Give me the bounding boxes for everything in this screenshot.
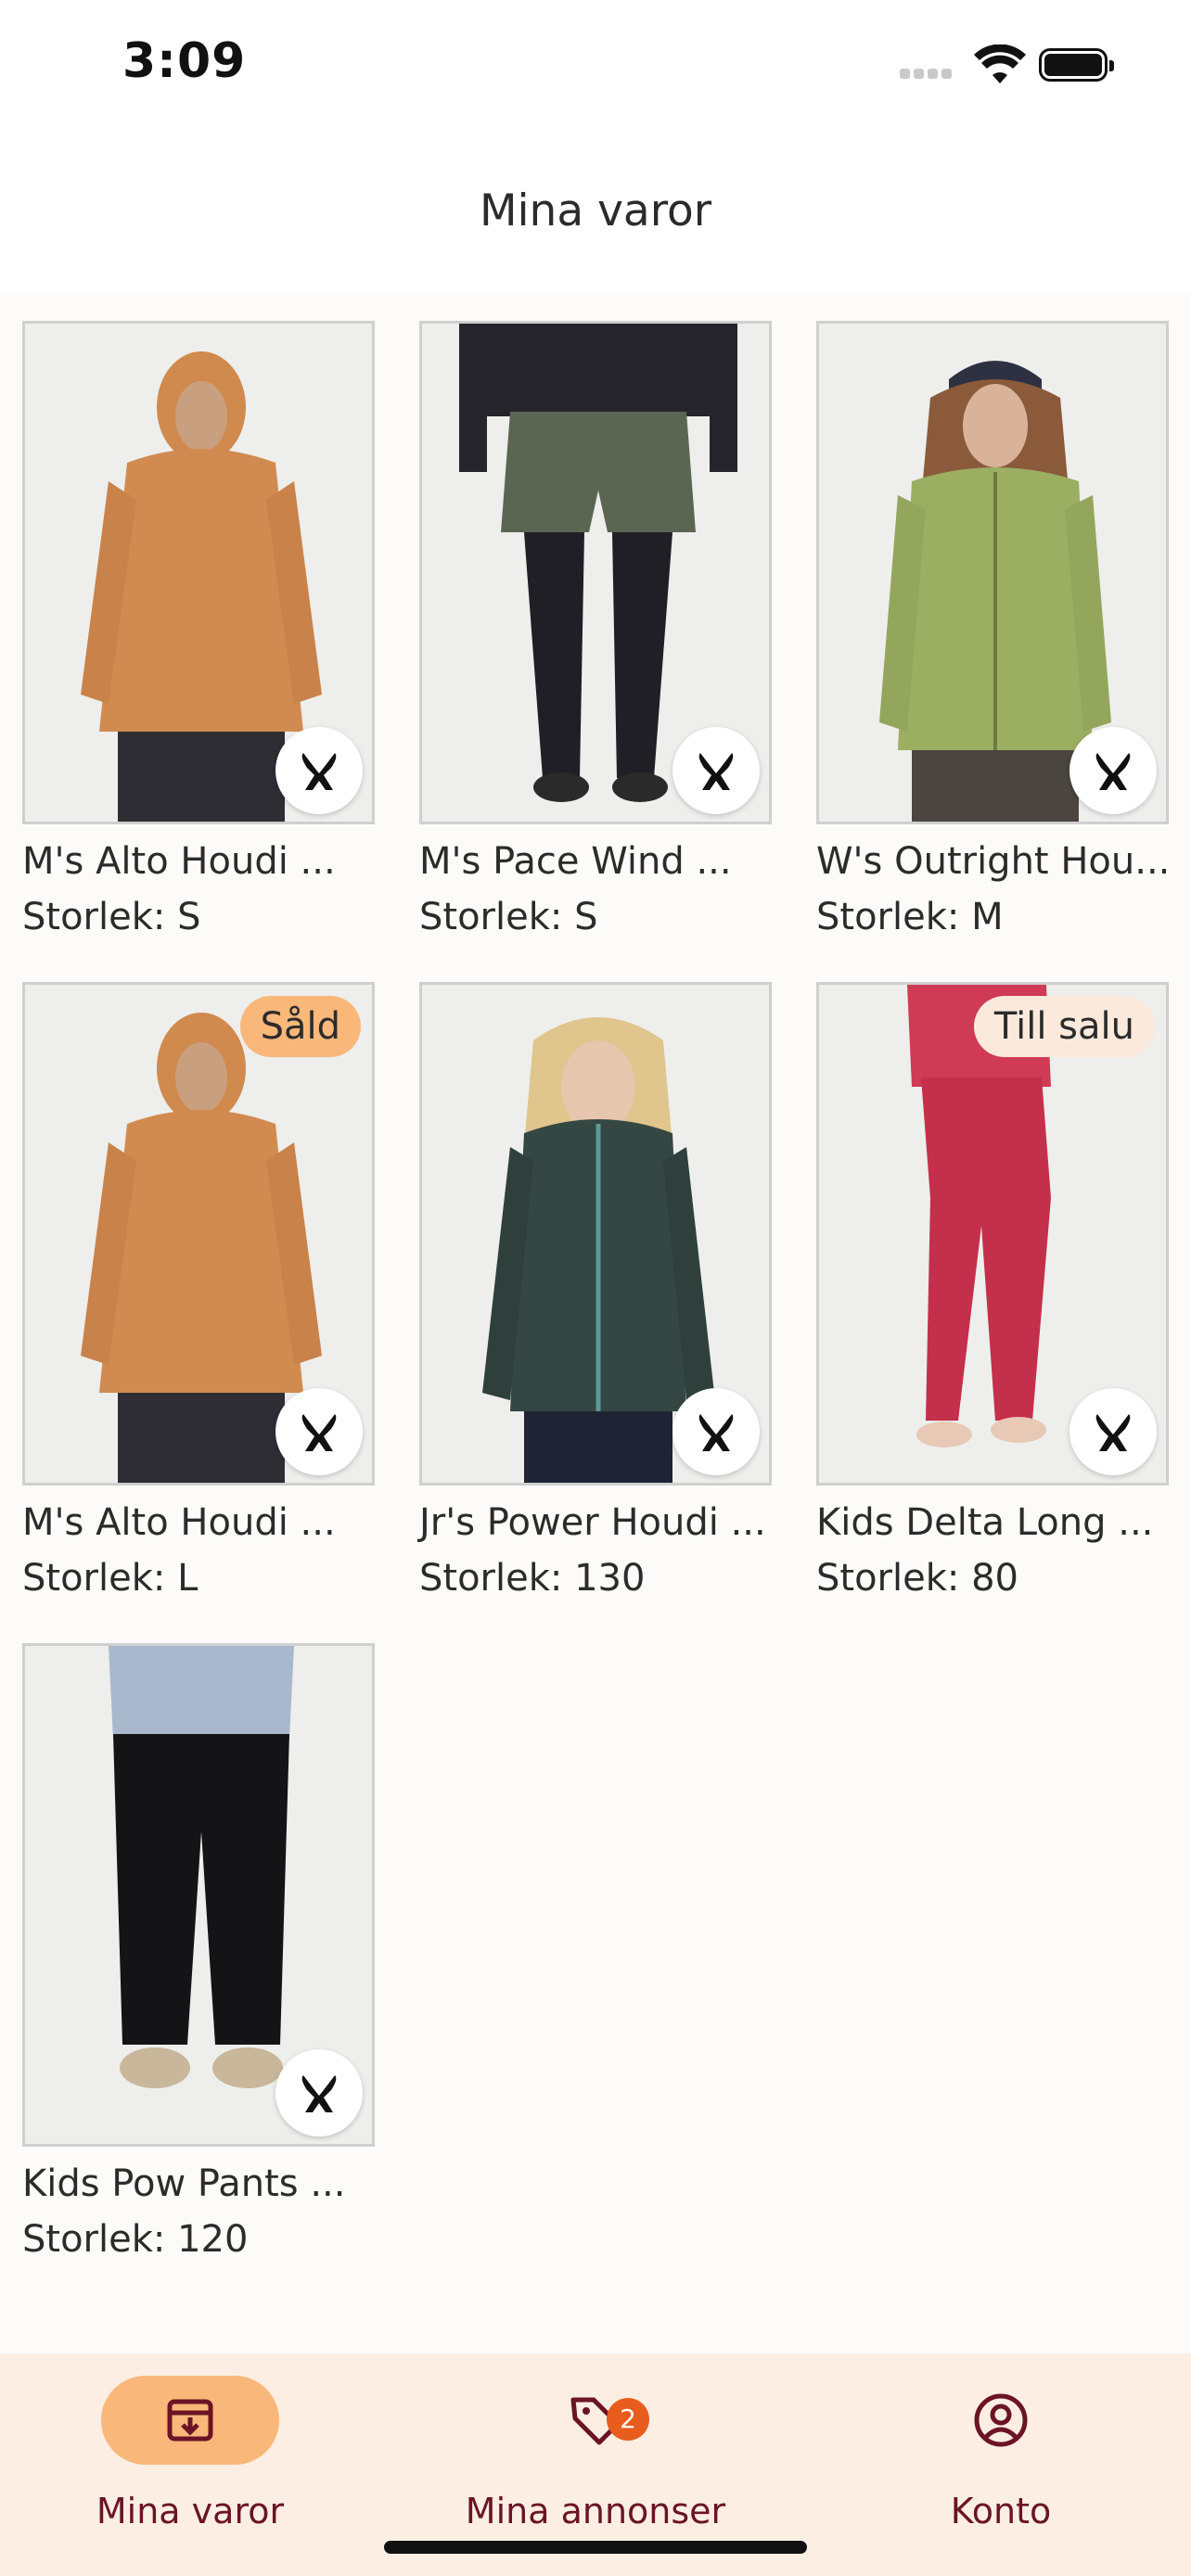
product-name: M's Alto Houdi ... <box>22 1501 336 1544</box>
product-size: Storlek: 120 <box>22 2218 249 2261</box>
product-name: M's Alto Houdi ... <box>22 840 336 883</box>
notification-badge: 2 <box>607 2398 649 2441</box>
home-indicator <box>384 2541 807 2554</box>
product-image <box>22 321 375 824</box>
product-size: Storlek: S <box>22 896 201 938</box>
product-image: Till salu <box>816 982 1169 1486</box>
tab-label: Konto <box>950 2491 1052 2531</box>
product-name: Kids Delta Long ... <box>816 1501 1154 1544</box>
user-circle-icon <box>974 2393 1028 2447</box>
status-badge: Till salu <box>973 996 1155 1057</box>
header: Mina varor <box>0 139 1191 293</box>
houdini-logo-icon <box>672 727 760 814</box>
status-badge: Såld <box>239 996 361 1057</box>
tab-icon-container <box>912 2376 1090 2465</box>
tab-label: Mina varor <box>96 2491 285 2531</box>
page-title: Mina varor <box>479 185 712 236</box>
status-bar: 3:09 <box>0 0 1191 139</box>
battery-icon <box>1039 48 1114 82</box>
tab-label: Mina annonser <box>465 2491 726 2531</box>
status-time: 3:09 <box>122 33 247 89</box>
product-image <box>419 982 772 1486</box>
tab-mina-varor[interactable]: Mina varor <box>0 2353 380 2576</box>
archive-download-icon <box>167 2399 213 2442</box>
product-size: Storlek: 130 <box>419 1557 646 1600</box>
product-image: Såld <box>22 982 375 1486</box>
cellular-signal-icon <box>900 65 955 83</box>
product-name: M's Pace Wind ... <box>419 840 732 883</box>
tab-konto[interactable]: Konto <box>811 2353 1191 2576</box>
product-image <box>816 321 1169 824</box>
houdini-logo-icon <box>672 1388 760 1475</box>
tab-icon-container: 2 <box>506 2376 685 2465</box>
product-name: Jr's Power Houdi ... <box>419 1501 766 1544</box>
wifi-icon <box>974 45 1026 83</box>
product-name: W's Outright Hou... <box>816 840 1171 883</box>
product-size: Storlek: L <box>22 1557 198 1600</box>
product-image <box>22 1643 375 2147</box>
product-size: Storlek: 80 <box>816 1557 1018 1600</box>
houdini-logo-icon <box>1069 1388 1157 1475</box>
product-name: Kids Pow Pants ... <box>22 2162 346 2205</box>
product-size: Storlek: S <box>419 896 598 938</box>
tab-active-indicator <box>101 2376 279 2465</box>
product-image <box>419 321 772 824</box>
product-size: Storlek: M <box>816 896 1004 938</box>
houdini-logo-icon <box>275 2049 363 2136</box>
houdini-logo-icon <box>1069 727 1157 814</box>
houdini-logo-icon <box>275 727 363 814</box>
houdini-logo-icon <box>275 1388 363 1475</box>
